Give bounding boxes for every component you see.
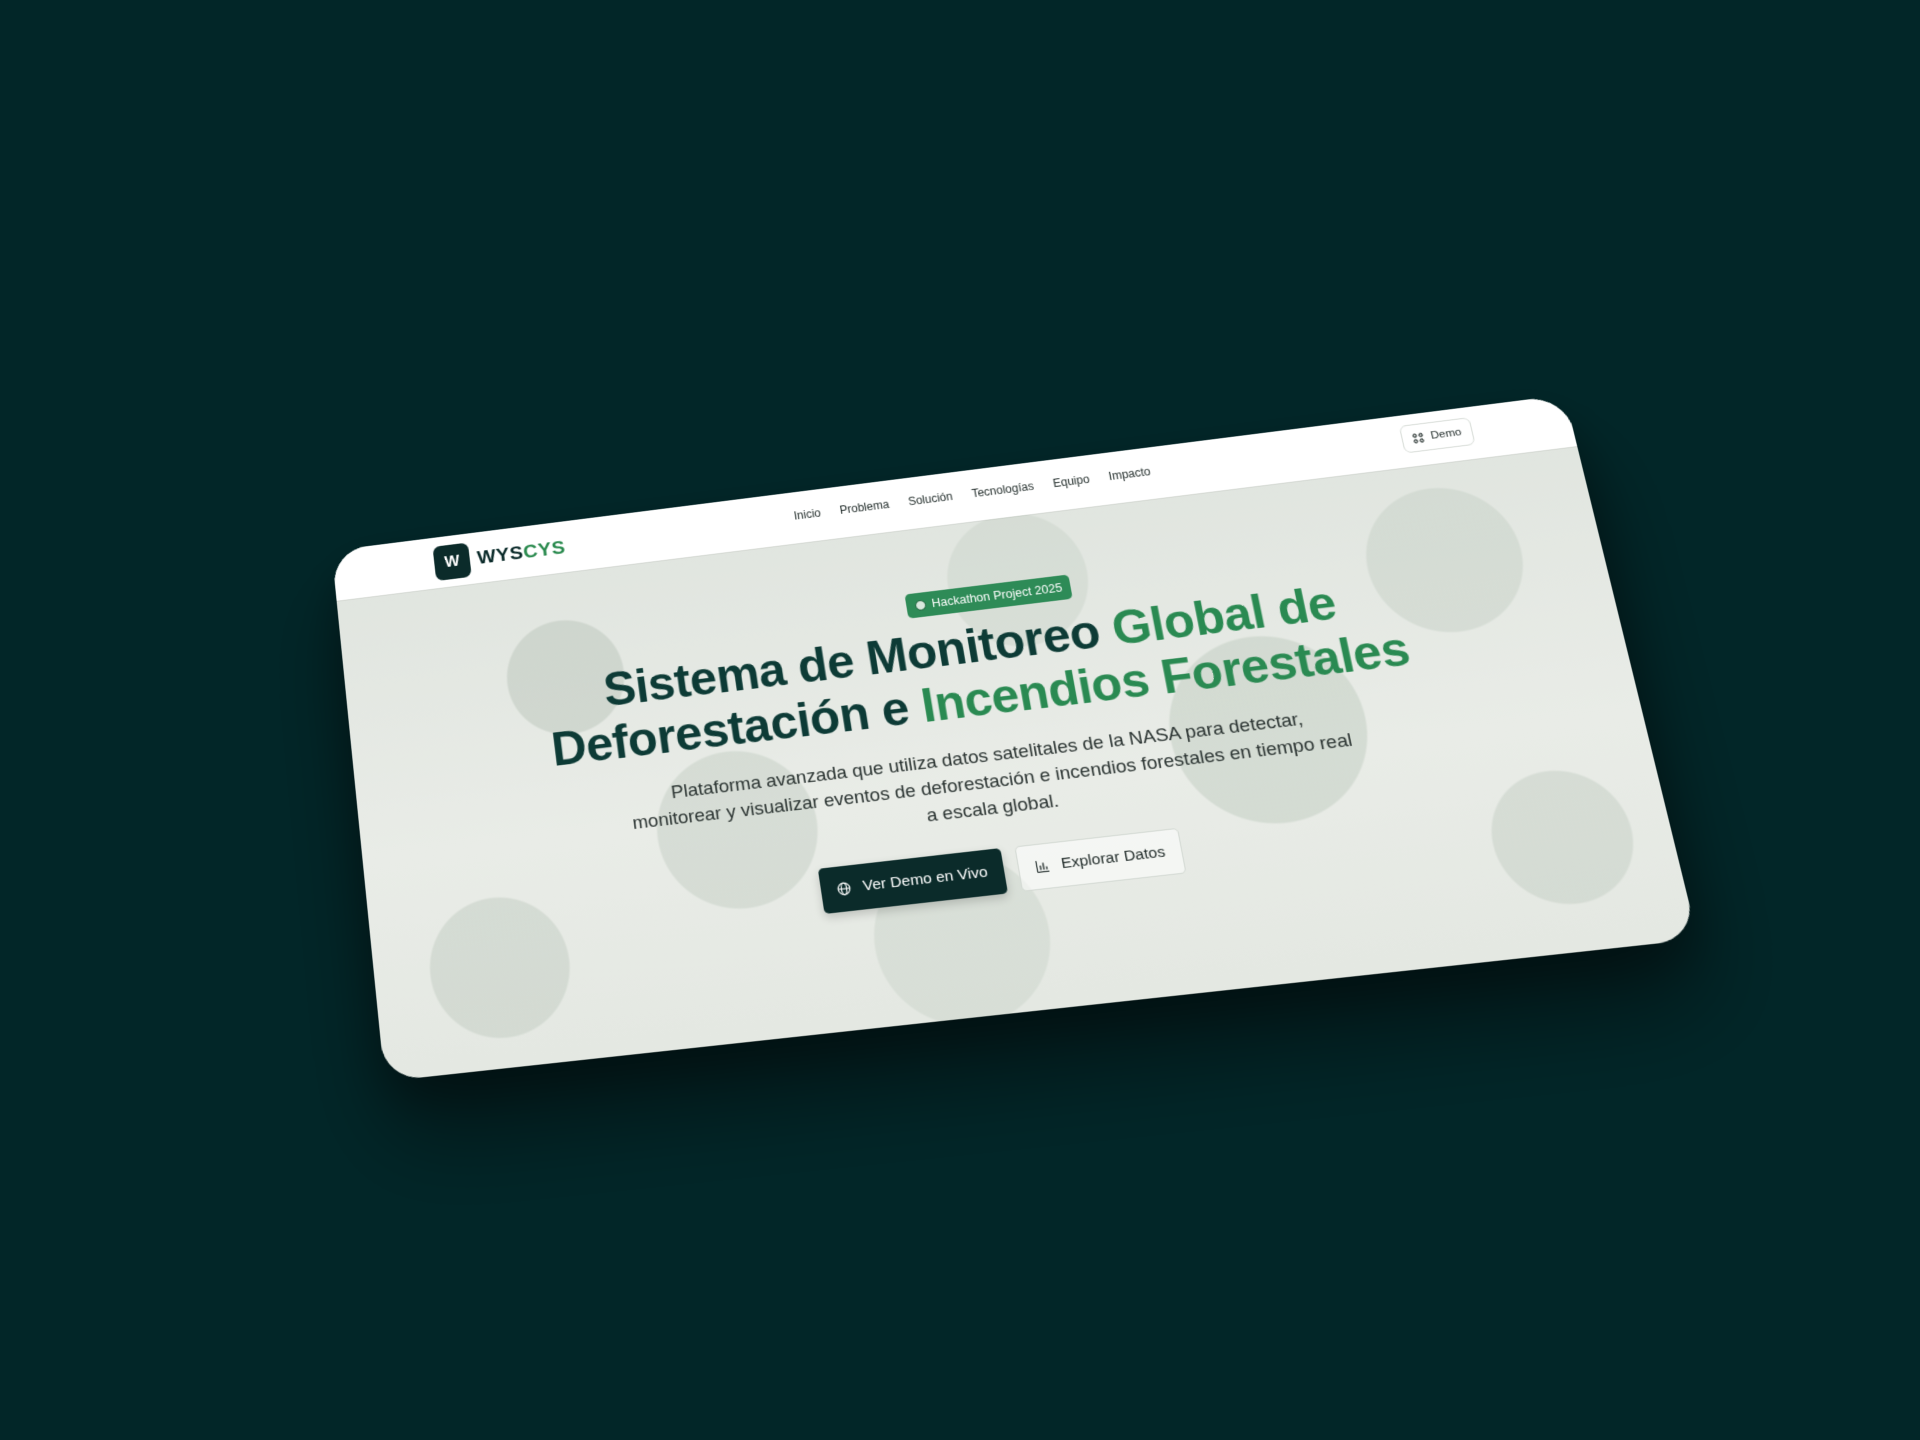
- globe-icon: [836, 881, 852, 896]
- page-backdrop: W WYSCYS Inicio Problema Solución Tecnol…: [0, 0, 1920, 1440]
- demo-button[interactable]: Demo: [1399, 417, 1476, 454]
- logo-wordmark: WYSCYS: [476, 537, 567, 570]
- explore-data-button-label: Explorar Datos: [1059, 843, 1167, 873]
- nav-item-solucion[interactable]: Solución: [907, 490, 953, 508]
- live-demo-button-label: Ver Demo en Vivo: [861, 863, 990, 895]
- website-preview-card: W WYSCYS Inicio Problema Solución Tecnol…: [331, 394, 1698, 1082]
- grid-icon: [1412, 432, 1425, 443]
- logo-wordmark-part-2: CYS: [522, 536, 567, 563]
- bar-chart-icon: [1034, 859, 1051, 874]
- nav-item-tecnologias[interactable]: Tecnologías: [971, 480, 1035, 500]
- demo-button-label: Demo: [1429, 426, 1463, 442]
- nav-item-inicio[interactable]: Inicio: [793, 506, 822, 522]
- dot-icon: [914, 599, 927, 611]
- logo-mark: W: [432, 542, 472, 582]
- logo-wordmark-part-1: WYS: [476, 542, 525, 569]
- brand-logo[interactable]: W WYSCYS: [432, 530, 568, 582]
- nav-item-problema[interactable]: Problema: [839, 498, 890, 517]
- nav-item-impacto[interactable]: Impacto: [1108, 465, 1152, 483]
- nav-item-equipo[interactable]: Equipo: [1052, 473, 1091, 490]
